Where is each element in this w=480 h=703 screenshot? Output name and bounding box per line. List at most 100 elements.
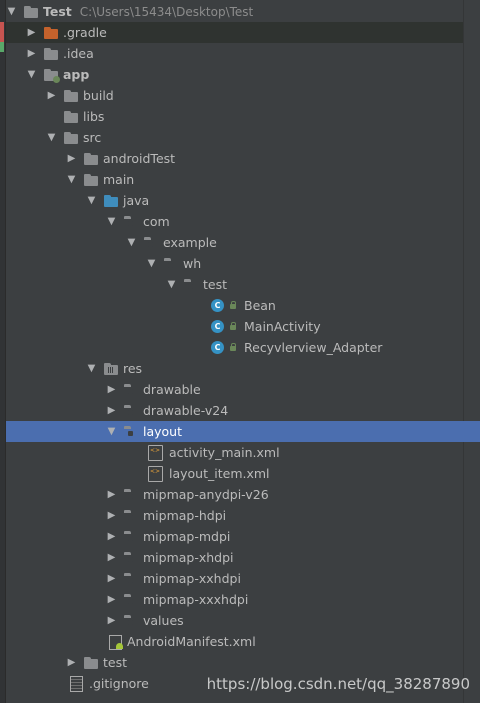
class-icon: C (211, 341, 224, 354)
tree-node-label: example (163, 235, 217, 250)
tree-node-layout[interactable]: ▼ layout (6, 421, 480, 442)
expand-arrow-icon[interactable]: ▼ (126, 232, 137, 253)
tree-node-test-dir[interactable]: ▶ test (6, 652, 463, 673)
collapse-arrow-icon[interactable]: ▶ (106, 589, 117, 610)
expand-arrow-icon[interactable]: ▼ (66, 169, 77, 190)
tree-node-manifest[interactable]: AndroidManifest.xml (6, 631, 463, 652)
collapse-arrow-icon[interactable]: ▶ (26, 43, 37, 64)
expand-arrow-icon[interactable]: ▼ (26, 64, 37, 85)
collapse-arrow-icon[interactable]: ▶ (106, 568, 117, 589)
collapse-arrow-icon[interactable]: ▶ (66, 148, 77, 169)
collapse-arrow-icon[interactable]: ▶ (106, 379, 117, 400)
tree-node-label: wh (183, 256, 202, 271)
class-icon: C (211, 299, 224, 312)
collapse-arrow-icon[interactable]: ▶ (106, 526, 117, 547)
collapse-arrow-icon[interactable]: ▶ (26, 22, 37, 43)
tree-node-mipmap-xhdpi[interactable]: ▶ mipmap-xhdpi (6, 547, 463, 568)
collapse-arrow-icon[interactable]: ▶ (106, 484, 117, 505)
tree-node-label: test (103, 655, 128, 670)
tree-node-label: layout_item.xml (169, 466, 270, 481)
collapse-arrow-icon[interactable]: ▶ (46, 85, 57, 106)
tree-node-wh[interactable]: ▼ wh (6, 253, 463, 274)
tree-node-root[interactable]: ▼ Test C:\Users\15434\Desktop\Test (6, 1, 463, 22)
tree-node-example[interactable]: ▼ example (6, 232, 463, 253)
tree-node-label: mipmap-xhdpi (143, 550, 234, 565)
collapse-arrow-icon[interactable]: ▶ (106, 505, 117, 526)
folder-icon (84, 173, 99, 187)
collapse-arrow-icon[interactable]: ▶ (106, 400, 117, 421)
collapse-arrow-icon[interactable]: ▶ (106, 610, 117, 631)
expand-arrow-icon[interactable]: ▼ (146, 253, 157, 274)
collapse-arrow-icon[interactable]: ▶ (106, 547, 117, 568)
tree-node-label: mipmap-anydpi-v26 (143, 487, 269, 502)
tree-node-values[interactable]: ▶ values (6, 610, 463, 631)
expand-arrow-icon[interactable]: ▼ (166, 274, 177, 295)
lock-icon (227, 299, 239, 312)
tree-node-build[interactable]: ▶ build (6, 85, 463, 106)
tree-node-main[interactable]: ▼ main (6, 169, 463, 190)
tree-node-adapter[interactable]: C Recyvlerview_Adapter (6, 337, 463, 358)
folder-icon (124, 593, 139, 607)
tree-node-mainactivity[interactable]: C MainActivity (6, 316, 463, 337)
tree-node-label: drawable (143, 382, 201, 397)
package-icon (164, 257, 179, 271)
folder-icon (124, 551, 139, 565)
tree-node-idea[interactable]: ▶ .idea (6, 43, 463, 64)
tree-node-app[interactable]: ▼ app (6, 64, 463, 85)
folder-icon (64, 89, 79, 103)
gutter-error-marker (0, 22, 4, 42)
tree-node-java[interactable]: ▼ java (6, 190, 463, 211)
tree-node-androidtest[interactable]: ▶ androidTest (6, 148, 463, 169)
tree-node-label: app (63, 67, 90, 82)
tree-node-label: layout (143, 424, 183, 439)
folder-icon (124, 383, 139, 397)
tree-node-label: AndroidManifest.xml (127, 634, 256, 649)
vertical-scrollbar[interactable] (463, 0, 480, 703)
xml-file-icon (148, 465, 163, 482)
folder-icon (84, 152, 99, 166)
tree-node-libs[interactable]: libs (6, 106, 463, 127)
tree-node-src[interactable]: ▼ src (6, 127, 463, 148)
tree-node-label: values (143, 613, 184, 628)
tree-node-gradle[interactable]: ▶ .gradle (6, 22, 463, 43)
tree-node-label: androidTest (103, 151, 176, 166)
tree-node-label: build (83, 88, 114, 103)
tree-node-drawable-v24[interactable]: ▶ drawable-v24 (6, 400, 463, 421)
tree-node-mipmap-hdpi[interactable]: ▶ mipmap-hdpi (6, 505, 463, 526)
package-icon (124, 215, 139, 229)
tree-node-res[interactable]: ▼ res (6, 358, 463, 379)
tree-node-layout-item-xml[interactable]: layout_item.xml (6, 463, 463, 484)
folder-icon (64, 110, 79, 124)
tree-node-label: activity_main.xml (169, 445, 280, 460)
tree-node-label: mipmap-xxxhdpi (143, 592, 249, 607)
folder-icon (64, 131, 79, 145)
collapse-arrow-icon[interactable]: ▶ (66, 652, 77, 673)
expand-arrow-icon[interactable]: ▼ (86, 358, 97, 379)
folder-icon (124, 488, 139, 502)
tree-node-mipmap-mdpi[interactable]: ▶ mipmap-mdpi (6, 526, 463, 547)
expand-arrow-icon[interactable]: ▼ (106, 211, 117, 232)
watermark: https://blog.csdn.net/qq_38287890 (206, 675, 470, 693)
tree-node-label: Recyvlerview_Adapter (244, 340, 383, 355)
expand-arrow-icon[interactable]: ▼ (106, 421, 117, 442)
expand-arrow-icon[interactable]: ▼ (86, 190, 97, 211)
expand-arrow-icon[interactable]: ▼ (6, 1, 17, 22)
tree-node-mipmap-xxxhdpi[interactable]: ▶ mipmap-xxxhdpi (6, 589, 463, 610)
tree-node-label: drawable-v24 (143, 403, 229, 418)
expand-arrow-icon[interactable]: ▼ (46, 127, 57, 148)
tree-node-label: mipmap-mdpi (143, 529, 231, 544)
folder-icon (124, 509, 139, 523)
gutter-ok-marker (0, 42, 4, 52)
tree-node-mipmap-anydpi[interactable]: ▶ mipmap-anydpi-v26 (6, 484, 463, 505)
tree-node-com[interactable]: ▼ com (6, 211, 463, 232)
tree-node-label: mipmap-xxhdpi (143, 571, 241, 586)
folder-icon (124, 404, 139, 418)
resource-folder-icon (104, 362, 119, 376)
tree-node-drawable[interactable]: ▶ drawable (6, 379, 463, 400)
tree-node-mipmap-xxhdpi[interactable]: ▶ mipmap-xxhdpi (6, 568, 463, 589)
tree-node-activity-main-xml[interactable]: activity_main.xml (6, 442, 463, 463)
project-path: C:\Users\15434\Desktop\Test (79, 4, 254, 19)
lock-icon (227, 320, 239, 333)
tree-node-bean[interactable]: C Bean (6, 295, 463, 316)
tree-node-test-package[interactable]: ▼ test (6, 274, 463, 295)
